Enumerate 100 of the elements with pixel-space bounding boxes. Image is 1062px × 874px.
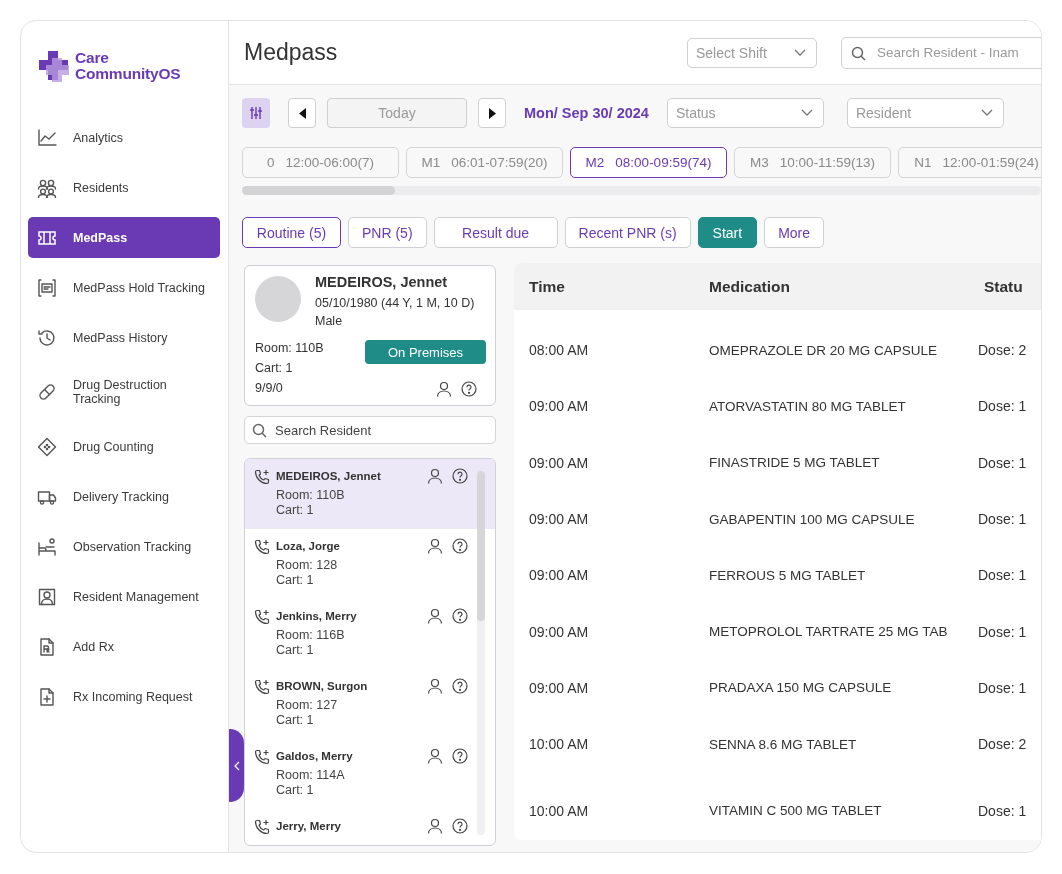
- pill-icon: [37, 382, 57, 402]
- page-title: Medpass: [244, 39, 339, 66]
- caret-right-icon: [488, 107, 496, 119]
- medication-cell-text: ATORVASTATIN 80 MG TABLET: [708, 398, 907, 414]
- chevron-down-icon: [980, 109, 993, 117]
- resident-list-item[interactable]: BROWN, Surgon Room: 127 Cart: 1: [245, 669, 495, 739]
- resident-list-item[interactable]: Loza, Jorge Room: 128 Cart: 1: [245, 529, 495, 599]
- time-cell-text: 09:00 AM: [528, 454, 590, 471]
- sidebar-item[interactable]: Observation Tracking: [28, 526, 220, 567]
- dose-cell-text: Dose: 1: [977, 802, 1028, 819]
- chevron-down-icon: [800, 109, 813, 117]
- help-icon[interactable]: [452, 748, 468, 764]
- resident-list-item[interactable]: MEDEIROS, Jennet Room: 110B Cart: 1: [245, 459, 495, 529]
- date-label: Mon/ Sep 30/ 2024: [524, 105, 649, 121]
- medication-cell-text: VITAMIN C 500 MG TABLET: [708, 803, 883, 818]
- caret-left-icon: [298, 107, 306, 119]
- time-cell-text: 09:00 AM: [528, 679, 590, 696]
- resident-search-field[interactable]: Search Resident: [244, 416, 496, 444]
- resident-list-item[interactable]: Jerry, Merry: [245, 809, 495, 845]
- help-icon[interactable]: [452, 678, 468, 694]
- previous-button[interactable]: [288, 98, 316, 128]
- resident-list-item[interactable]: Jenkins, Merry Room: 116B Cart: 1: [245, 599, 495, 669]
- collapse-handle[interactable]: [229, 729, 244, 802]
- chevron-left-icon: [233, 760, 240, 771]
- birth-date: 05/10/1980 (44 Y, 1 M, 10 D): [315, 295, 475, 312]
- horizontal-scrollbar[interactable]: [242, 186, 1041, 195]
- start-button[interactable]: Start: [697, 217, 758, 248]
- sidebar-item[interactable]: Residents: [28, 167, 220, 208]
- person-icon[interactable]: [436, 381, 452, 397]
- chart-icon: [37, 127, 57, 148]
- dose-cell-text: Dose: 2: [977, 342, 1028, 359]
- sidebar-item[interactable]: MedPass: [28, 217, 220, 258]
- people-icon: [37, 177, 57, 198]
- help-icon[interactable]: [452, 608, 468, 624]
- document-plus-icon: [37, 686, 57, 707]
- search-icon: [252, 423, 267, 438]
- brand-name: Care CommunityOS: [75, 50, 181, 82]
- person-icon[interactable]: [427, 748, 443, 764]
- time-cell-text: 10:00 AM: [528, 802, 590, 819]
- sidebar-item[interactable]: Resident Management: [28, 576, 220, 617]
- sidebar-item[interactable]: Rx Incoming Request: [28, 676, 220, 717]
- phone-plus-icon: [254, 819, 270, 835]
- medication-cell-text: FINASTRIDE 5 MG TABLET: [708, 455, 881, 471]
- cart-label: Cart: 1: [255, 360, 294, 377]
- phone-plus-icon: [254, 749, 270, 765]
- filter-button[interactable]: [242, 98, 270, 128]
- dose-cell-text: Dose: 1: [977, 623, 1028, 640]
- column-header: Time: [528, 277, 566, 296]
- help-icon[interactable]: [452, 818, 468, 834]
- next-button[interactable]: [478, 98, 506, 128]
- time-cell-text: 09:00 AM: [528, 623, 590, 640]
- search-field[interactable]: Search Resident - Inam: [841, 36, 1041, 69]
- person-icon[interactable]: [427, 608, 443, 624]
- more-button[interactable]: More: [764, 217, 825, 248]
- person-icon[interactable]: [427, 678, 443, 694]
- help-icon[interactable]: [452, 538, 468, 554]
- medication-cell-text: GABAPENTIN 100 MG CAPSULE: [708, 511, 916, 527]
- help-icon[interactable]: [452, 468, 468, 484]
- dose-cell-text: Dose: 1: [977, 679, 1028, 696]
- sidebar-item[interactable]: MedPass History: [28, 317, 220, 358]
- phone-plus-icon: [254, 609, 270, 625]
- time-cell-text: 10:00 AM: [528, 736, 590, 753]
- time-cell-text: 08:00 AM: [528, 342, 590, 359]
- medication-cell-text: PRADAXA 150 MG CAPSULE: [708, 680, 893, 696]
- filter-tab[interactable]: Recent PNR (s): [564, 217, 691, 248]
- time-cell-text: 09:00 AM: [528, 398, 590, 415]
- dose-cell-text: Dose: 1: [977, 511, 1028, 528]
- person-icon[interactable]: [427, 468, 443, 484]
- phone-plus-icon: [254, 679, 270, 695]
- resident-list-item[interactable]: Galdos, Merry Room: 114A Cart: 1: [245, 739, 495, 809]
- dose-cell-text: Dose: 2: [977, 736, 1028, 753]
- time-cell-text: 09:00 AM: [528, 511, 590, 528]
- filter-tab[interactable]: Routine (5): [242, 217, 341, 248]
- filter-tab[interactable]: PNR (5): [348, 217, 427, 248]
- sidebar-item[interactable]: Delivery Tracking: [28, 476, 220, 517]
- help-icon[interactable]: [461, 381, 477, 397]
- dose-counts: 9/9/0: [255, 380, 284, 397]
- resident-name: MEDEIROS, Jennet: [315, 274, 449, 290]
- portrait-icon: [37, 586, 57, 607]
- gender-label: Male: [315, 313, 344, 330]
- scan-frame-icon: [37, 277, 57, 298]
- person-icon[interactable]: [427, 818, 443, 834]
- filter-tab[interactable]: Result due: [433, 217, 558, 248]
- sidebar-item[interactable]: Analytics: [28, 117, 220, 158]
- dose-cell-text: Dose: 1: [977, 398, 1028, 415]
- time-cell-text: 09:00 AM: [528, 567, 590, 584]
- chevron-down-icon: [794, 48, 806, 57]
- search-icon: [851, 45, 866, 61]
- sidebar-item[interactable]: MedPass Hold Tracking: [28, 267, 220, 308]
- cross-logo-icon: [37, 49, 71, 83]
- room-label: Room: 110B: [255, 340, 324, 357]
- sidebar-item[interactable]: Drug Destruction Tracking: [28, 367, 220, 417]
- medication-cell-text: OMEPRAZOLE DR 20 MG CAPSULE: [708, 342, 939, 358]
- sidebar-item[interactable]: Add Rx: [28, 626, 220, 667]
- tablet-icon: [37, 436, 57, 457]
- person-icon[interactable]: [427, 538, 443, 554]
- shift-tab[interactable]: M2 08:00-09:59(74): [570, 147, 727, 178]
- avatar-placeholder: [255, 276, 301, 322]
- vertical-scrollbar[interactable]: [477, 471, 485, 835]
- sidebar-item[interactable]: Drug Counting: [28, 426, 220, 467]
